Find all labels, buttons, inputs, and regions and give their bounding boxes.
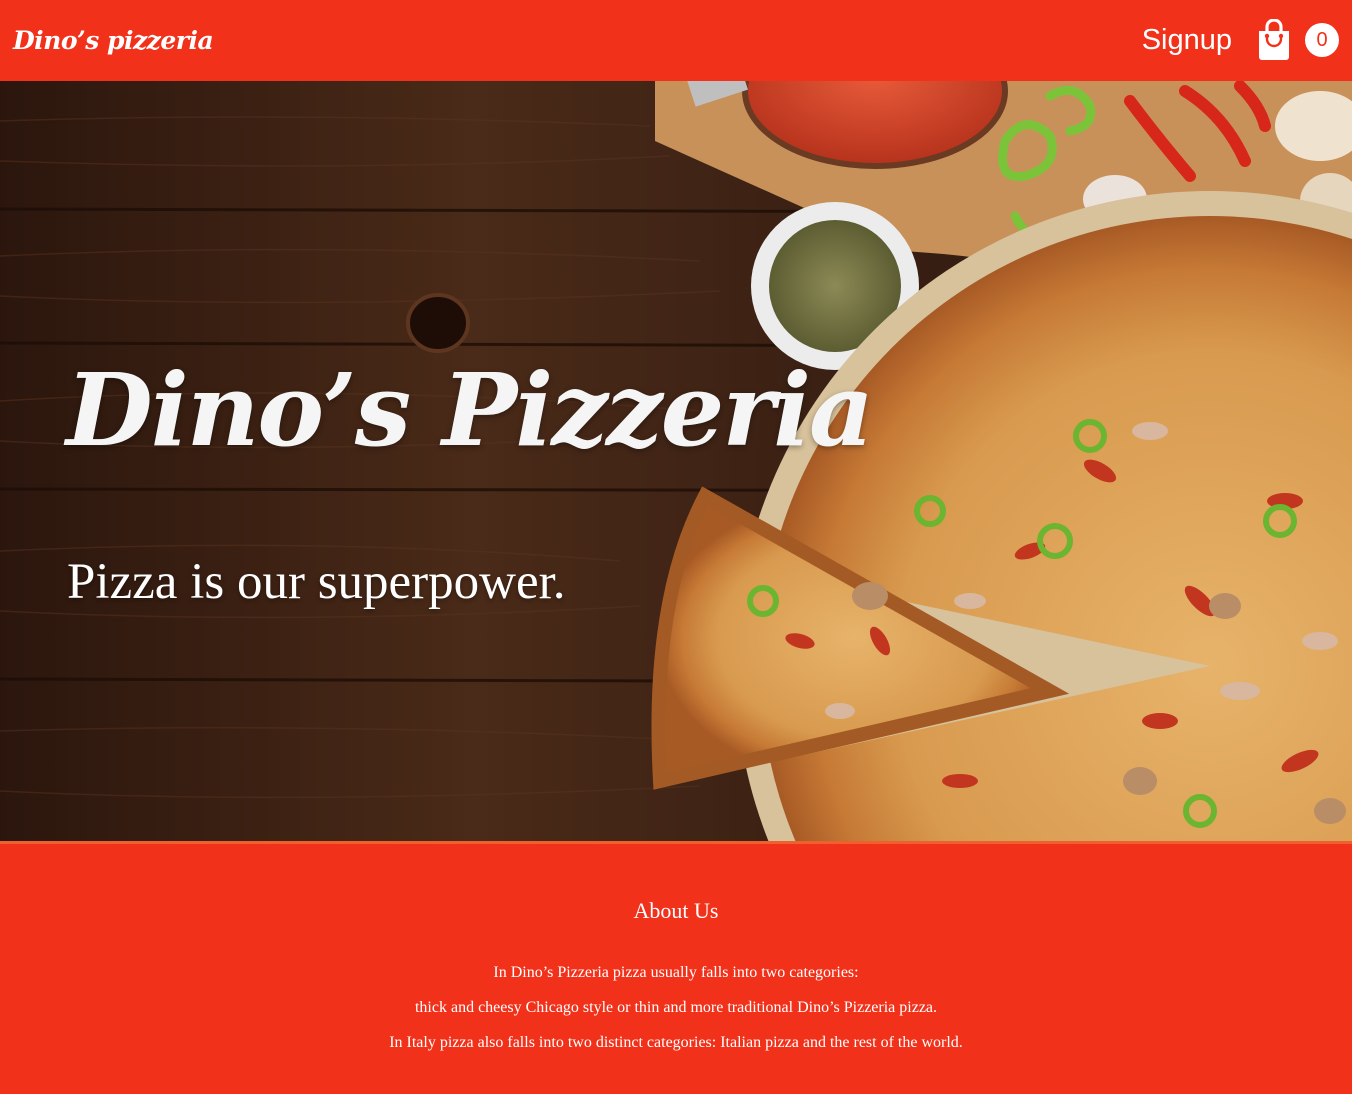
cart-count-badge: 0 xyxy=(1305,23,1339,57)
hero-banner: Dino’s Pizzeria Pizza is our superpower. xyxy=(0,81,1352,841)
hero-title: Dino’s Pizzeria xyxy=(66,351,874,469)
hero-tagline: Pizza is our superpower. xyxy=(67,554,566,610)
top-navbar: Dino’s pizzeria Signup 0 xyxy=(0,0,1352,80)
cart-button[interactable]: 0 xyxy=(1256,19,1339,61)
nav-actions: Signup 0 xyxy=(1142,19,1339,61)
shopping-bag-icon xyxy=(1259,19,1289,60)
about-section: About Us In Dino’s Pizzeria pizza usuall… xyxy=(0,844,1352,1094)
about-paragraph: thick and cheesy Chicago style or thin a… xyxy=(414,999,938,1016)
brand-logo-link[interactable]: Dino’s pizzeria xyxy=(13,26,214,55)
signup-link[interactable]: Signup xyxy=(1142,24,1232,57)
about-paragraph: In Italy pizza also falls into two disti… xyxy=(389,1034,963,1051)
about-heading: About Us xyxy=(633,898,719,923)
about-paragraph: In Dino’s Pizzeria pizza usually falls i… xyxy=(493,964,859,981)
